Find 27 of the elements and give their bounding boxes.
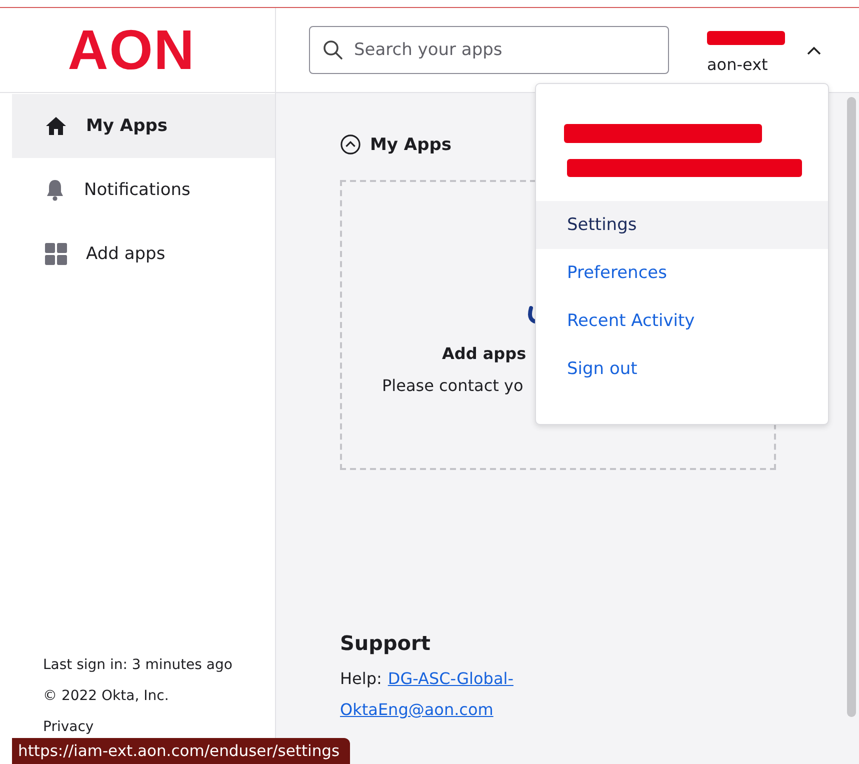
- bell-icon: [45, 179, 65, 201]
- nav-item[interactable]: My Apps: [12, 94, 275, 158]
- footer-text: © 2022 Okta, Inc.: [43, 688, 169, 704]
- footer-text: Last sign in: 3 minutes ago: [43, 657, 232, 673]
- empty-text: Please contact yo: [382, 376, 524, 395]
- collapse-icon[interactable]: [340, 134, 361, 155]
- menu-item[interactable]: Recent Activity: [536, 297, 828, 345]
- menu-item[interactable]: Preferences: [536, 249, 828, 297]
- help-label: Help:: [340, 669, 382, 688]
- support-title: Support: [340, 631, 432, 655]
- menu-item[interactable]: Settings: [536, 201, 828, 249]
- home-icon: [45, 116, 67, 136]
- scrollbar-thumb[interactable]: [847, 97, 856, 717]
- empty-title: Add apps: [442, 344, 526, 363]
- section-title: My Apps: [370, 134, 452, 154]
- privacy-link[interactable]: Privacy: [43, 719, 94, 735]
- nav-item[interactable]: Notifications: [12, 158, 275, 222]
- menu-item[interactable]: Sign out: [536, 345, 828, 393]
- search-field[interactable]: Search your apps: [309, 26, 669, 74]
- aon-logo[interactable]: AON: [68, 22, 196, 78]
- org-name: aon-ext: [707, 54, 769, 74]
- grid-icon: [45, 243, 67, 265]
- email-link[interactable]: DG-ASC-Global-: [388, 669, 514, 688]
- url-tooltip: https://iam-ext.aon.com/enduser/settings: [12, 738, 350, 764]
- nav-item[interactable]: Add apps: [12, 222, 275, 286]
- email-link[interactable]: OktaEng@aon.com: [340, 700, 494, 719]
- chevron-icon[interactable]: [807, 46, 821, 54]
